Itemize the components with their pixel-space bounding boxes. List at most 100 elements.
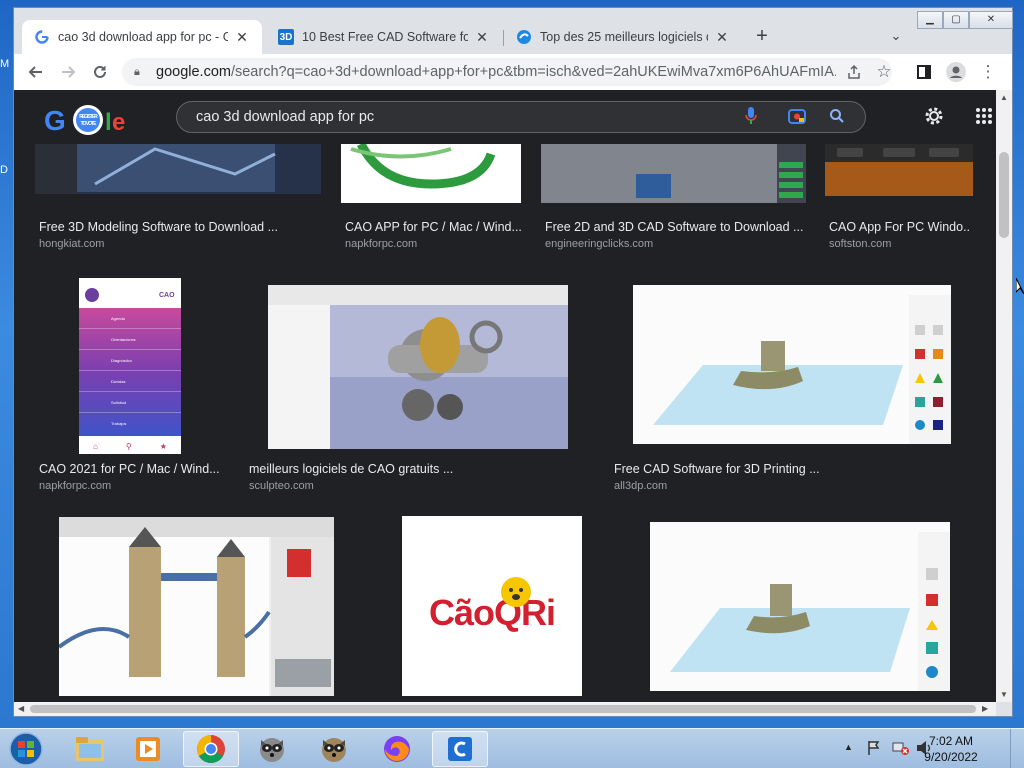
result-source[interactable]: sculpteo.com (249, 480, 314, 492)
cao-menu-item: Solicitud (79, 392, 181, 413)
menu-kebab-icon[interactable]: ⋮ (976, 60, 1000, 84)
horizontal-scroll-thumb[interactable] (30, 705, 976, 713)
search-icon[interactable] (825, 104, 849, 128)
tab-sculpteo[interactable]: Top des 25 meilleurs logiciels de C ✕ (504, 20, 742, 54)
result-image-engineeringclicks[interactable] (541, 144, 806, 203)
tab-title: 10 Best Free CAD Software for 3D (302, 30, 468, 44)
result-source[interactable]: napkforpc.com (39, 480, 111, 492)
raccoon-app-icon[interactable] (244, 731, 300, 767)
side-panel-icon[interactable] (912, 60, 936, 84)
app-c-icon[interactable] (432, 731, 488, 767)
back-arrow-icon[interactable] (24, 60, 48, 84)
url-path: /search?q=cao+3d+download+app+for+pc&tbm… (230, 64, 836, 80)
browser-window: cao 3d download app for pc - Goo ✕ 3D 10… (13, 7, 1013, 717)
result-caption[interactable]: CAO App For PC Windo... (829, 220, 969, 234)
result-image-hongkiat[interactable] (35, 144, 321, 194)
vertical-scrollbar[interactable]: ▲ ▼ (996, 90, 1012, 702)
media-player-icon[interactable] (120, 731, 176, 767)
show-desktop-button[interactable] (1010, 729, 1024, 768)
url-host: google.com (156, 64, 231, 80)
result-source[interactable]: hongkiat.com (39, 238, 104, 250)
result-source[interactable]: engineeringclicks.com (545, 238, 653, 250)
maximize-button[interactable]: ▢ (943, 11, 969, 29)
sculpteo-icon (516, 29, 532, 45)
close-tab-icon[interactable]: ✕ (714, 29, 730, 46)
cao-logo-icon (85, 288, 99, 302)
scroll-up-arrow-icon[interactable]: ▲ (1000, 93, 1008, 102)
desktop-edge-label: D (0, 164, 8, 176)
result-image-all3dp[interactable] (633, 285, 951, 444)
search-results-page: G REGISTER TO VOTE l e cao 3d download a… (14, 90, 996, 702)
scroll-down-arrow-icon[interactable]: ▼ (1000, 690, 1008, 699)
network-error-icon[interactable] (892, 740, 910, 761)
google-header: G REGISTER TO VOTE l e cao 3d download a… (14, 90, 996, 144)
address-bar[interactable]: 🔒︎ google.com/search?q=cao+3d+download+a… (122, 58, 892, 86)
settings-gear-icon[interactable] (922, 104, 946, 128)
camera-lens-icon[interactable] (785, 104, 809, 128)
horizontal-scrollbar[interactable]: ◀ ▶ (14, 702, 996, 716)
result-caption[interactable]: CAO APP for PC / Mac / Wind... (345, 220, 525, 234)
close-window-button[interactable]: ✕ (969, 11, 1013, 29)
caoqri-logo-text: CãoQRi (428, 592, 556, 633)
show-hidden-icons-arrow-icon[interactable]: ▲ (844, 742, 853, 752)
result-caption[interactable]: Free 3D Modeling Software to Download ..… (39, 220, 329, 234)
3d-site-icon: 3D (278, 29, 294, 45)
svg-text:TO VOTE: TO VOTE (81, 121, 98, 127)
search-query-text: cao 3d download app for pc (196, 109, 375, 125)
cao-menu-item: Orientaciones (79, 329, 181, 350)
mouse-cursor-icon (1016, 278, 1024, 294)
result-image-softston[interactable] (825, 144, 973, 196)
result-image-cao-2021[interactable]: CAO Agenda Orientaciones Diagnóstico Dúv… (79, 278, 181, 454)
result-caption[interactable]: Free 2D and 3D CAD Software to Download … (545, 220, 807, 234)
raccoon-app-icon-2[interactable] (306, 731, 362, 767)
tab-google-search[interactable]: cao 3d download app for pc - Goo ✕ (22, 20, 262, 54)
microphone-icon[interactable] (739, 104, 763, 128)
doodle-text: REGISTER (79, 114, 98, 120)
apps-grid-icon[interactable] (972, 104, 996, 128)
tab-search-chevron-icon[interactable]: ⌄ (884, 24, 908, 48)
new-tab-button[interactable]: + (750, 24, 774, 48)
chrome-icon[interactable] (183, 731, 239, 767)
scroll-right-arrow-icon[interactable]: ▶ (982, 704, 988, 713)
result-image-all3dp-2[interactable] (650, 522, 950, 691)
close-tab-icon[interactable]: ✕ (474, 29, 490, 46)
share-icon[interactable] (842, 60, 866, 84)
forward-arrow-icon[interactable] (56, 60, 80, 84)
start-button[interactable] (0, 731, 52, 767)
google-doodle-logo[interactable]: G REGISTER TO VOTE l e (44, 104, 134, 146)
bookmark-star-icon[interactable]: ☆ (872, 60, 896, 84)
close-tab-icon[interactable]: ✕ (234, 29, 250, 46)
cao-menu-item: Agenda (79, 308, 181, 329)
result-caption[interactable]: CAO 2021 for PC / Mac / Wind... (39, 462, 229, 476)
file-explorer-icon[interactable] (62, 731, 118, 767)
tab-cad-software[interactable]: 3D 10 Best Free CAD Software for 3D ✕ (266, 20, 502, 54)
system-clock[interactable]: 7:02 AM 9/20/2022 (916, 733, 986, 765)
result-source[interactable]: napkforpc.com (345, 238, 417, 250)
vertical-scroll-thumb[interactable] (999, 152, 1009, 238)
result-caption[interactable]: Free CAD Software for 3D Printing ... (614, 462, 834, 476)
profile-avatar-icon[interactable] (944, 60, 968, 84)
tab-strip: cao 3d download app for pc - Goo ✕ 3D 10… (14, 8, 1013, 54)
browser-toolbar: 🔒︎ google.com/search?q=cao+3d+download+a… (14, 54, 1012, 90)
result-source[interactable]: all3dp.com (614, 480, 667, 492)
result-image-cao-app[interactable] (341, 144, 521, 203)
result-caption[interactable]: meilleurs logiciels de CAO gratuits ... (249, 462, 469, 476)
reload-icon[interactable] (88, 60, 112, 84)
url-text: google.com/search?q=cao+3d+download+app+… (156, 64, 836, 80)
firefox-icon[interactable] (369, 731, 425, 767)
cao-brand-text: CAO (159, 292, 175, 299)
cao-menu-item: Trabajos (111, 421, 127, 426)
result-source[interactable]: softston.com (829, 238, 891, 250)
lock-icon: 🔒︎ (134, 65, 140, 78)
svg-text:e: e (112, 109, 125, 136)
result-image-sculpteo[interactable] (268, 285, 568, 449)
action-center-flag-icon[interactable] (866, 740, 882, 761)
result-image-tower-bridge[interactable] (59, 517, 334, 696)
desktop-edge-label: M (0, 58, 10, 70)
svg-text:G: G (44, 105, 65, 136)
minimize-button[interactable]: ▁ (917, 11, 943, 29)
clock-time: 7:02 AM (928, 734, 974, 748)
cao-menu-item: Diagnóstico (79, 350, 181, 371)
scroll-left-arrow-icon[interactable]: ◀ (18, 704, 24, 713)
result-image-caoqri[interactable]: CãoQRi (402, 516, 582, 696)
